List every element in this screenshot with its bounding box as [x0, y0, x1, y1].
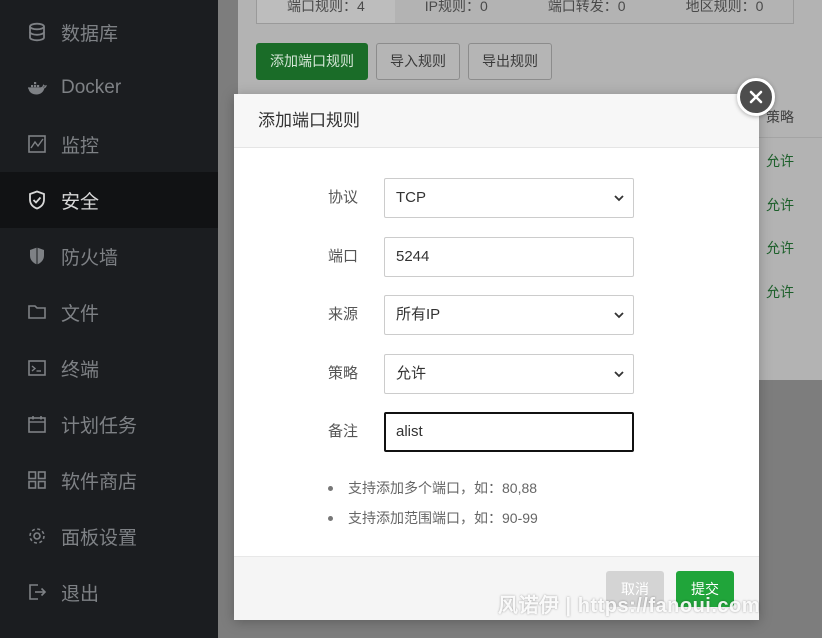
- chevron-down-icon: [614, 195, 624, 202]
- folder-icon: [27, 302, 47, 322]
- strategy-row: 策略 允许: [234, 354, 759, 394]
- strategy-value: 允许: [396, 365, 427, 382]
- sidebar-item-label: 文件: [61, 303, 100, 325]
- table-row: 允许: [766, 240, 794, 256]
- sidebar-item-label: 安全: [61, 191, 100, 213]
- sidebar-item-database[interactable]: 数据库: [0, 4, 218, 60]
- grid-icon: [27, 470, 47, 490]
- watermark: 风诺伊 | https://fanoui.com: [498, 595, 761, 617]
- sidebar-item-label: 面板设置: [61, 527, 138, 549]
- table-row: 允许: [766, 153, 794, 169]
- export-rules-button[interactable]: 导出规则: [468, 43, 552, 80]
- sidebar-item-settings[interactable]: 面板设置: [0, 508, 218, 564]
- terminal-icon: [27, 358, 47, 378]
- add-port-rule-dialog: 添加端口规则 协议 TCP 端口 5244 来源 所有IP 策略 允许 备注 a…: [234, 94, 759, 620]
- hint-item: 支持添加范围端口，如：90-99: [328, 508, 538, 538]
- sidebar-item-logout[interactable]: 退出: [0, 564, 218, 620]
- port-label: 端口: [328, 248, 359, 265]
- close-dialog-button[interactable]: [737, 78, 775, 116]
- sidebar-item-label: Docker: [61, 77, 122, 98]
- protocol-label: 协议: [328, 189, 359, 206]
- protocol-row: 协议 TCP: [234, 178, 759, 218]
- tab-port-rules[interactable]: 端口规则：4: [257, 0, 395, 23]
- database-icon: [27, 22, 47, 42]
- source-select[interactable]: 所有IP: [384, 295, 634, 335]
- gear-icon: [27, 526, 47, 546]
- table-row: 允许: [766, 284, 794, 300]
- sidebar-item-security[interactable]: 安全: [0, 172, 218, 228]
- table-row: 允许: [766, 197, 794, 213]
- sidebar-item-label: 终端: [61, 359, 100, 381]
- chevron-down-icon: [614, 371, 624, 378]
- source-label: 来源: [328, 306, 359, 323]
- tab-region-rules[interactable]: 地区规则：0: [656, 0, 794, 23]
- sidebar: 数据库 Docker 监控 安全 防火墙 文件 终端 计划任务 软件商店 面板设…: [0, 0, 218, 638]
- sidebar-item-label: 监控: [61, 135, 100, 157]
- tab-port-forward[interactable]: 端口转发：0: [518, 0, 656, 23]
- toolbar: 添加端口规则 导入规则 导出规则: [256, 43, 552, 80]
- monitor-icon: [27, 134, 47, 154]
- sidebar-item-label: 防火墙: [61, 247, 119, 269]
- protocol-select[interactable]: TCP: [384, 178, 634, 218]
- source-value: 所有IP: [396, 306, 441, 323]
- docker-icon: [27, 78, 47, 98]
- chevron-down-icon: [614, 312, 624, 319]
- hint-item: 支持添加多个端口，如：80,88: [328, 478, 538, 508]
- sidebar-item-store[interactable]: 软件商店: [0, 452, 218, 508]
- import-rules-button[interactable]: 导入规则: [376, 43, 460, 80]
- strategy-label: 策略: [328, 365, 359, 382]
- sidebar-item-firewall[interactable]: 防火墙: [0, 228, 218, 284]
- tab-ip-rules[interactable]: IP规则：0: [395, 0, 518, 23]
- sidebar-item-label: 数据库: [61, 23, 119, 45]
- calendar-icon: [27, 414, 47, 434]
- sidebar-item-docker[interactable]: Docker: [0, 60, 218, 116]
- remark-label: 备注: [328, 423, 359, 440]
- dialog-title: 添加端口规则: [234, 94, 759, 148]
- rule-tabs: 端口规则：4 IP规则：0 端口转发：0 地区规则：0: [256, 0, 795, 24]
- hint-list: 支持添加多个端口，如：80,88 支持添加范围端口，如：90-99: [328, 478, 538, 538]
- remark-row: 备注 alist: [234, 412, 759, 452]
- protocol-value: TCP: [396, 189, 426, 206]
- sidebar-item-label: 退出: [61, 583, 100, 605]
- port-input[interactable]: 5244: [384, 237, 634, 277]
- shield-icon: [27, 190, 47, 210]
- firewall-icon: [27, 246, 47, 266]
- sidebar-item-cron[interactable]: 计划任务: [0, 396, 218, 452]
- sidebar-item-monitor[interactable]: 监控: [0, 116, 218, 172]
- port-row: 端口 5244: [234, 237, 759, 277]
- sidebar-item-terminal[interactable]: 终端: [0, 340, 218, 396]
- source-row: 来源 所有IP: [234, 295, 759, 335]
- strategy-select[interactable]: 允许: [384, 354, 634, 394]
- add-port-rule-button[interactable]: 添加端口规则: [256, 43, 368, 80]
- remark-input[interactable]: alist: [384, 412, 634, 452]
- logout-icon: [27, 582, 47, 602]
- sidebar-item-files[interactable]: 文件: [0, 284, 218, 340]
- sidebar-item-label: 软件商店: [61, 471, 138, 493]
- sidebar-item-label: 计划任务: [61, 415, 138, 437]
- close-icon: [749, 90, 763, 104]
